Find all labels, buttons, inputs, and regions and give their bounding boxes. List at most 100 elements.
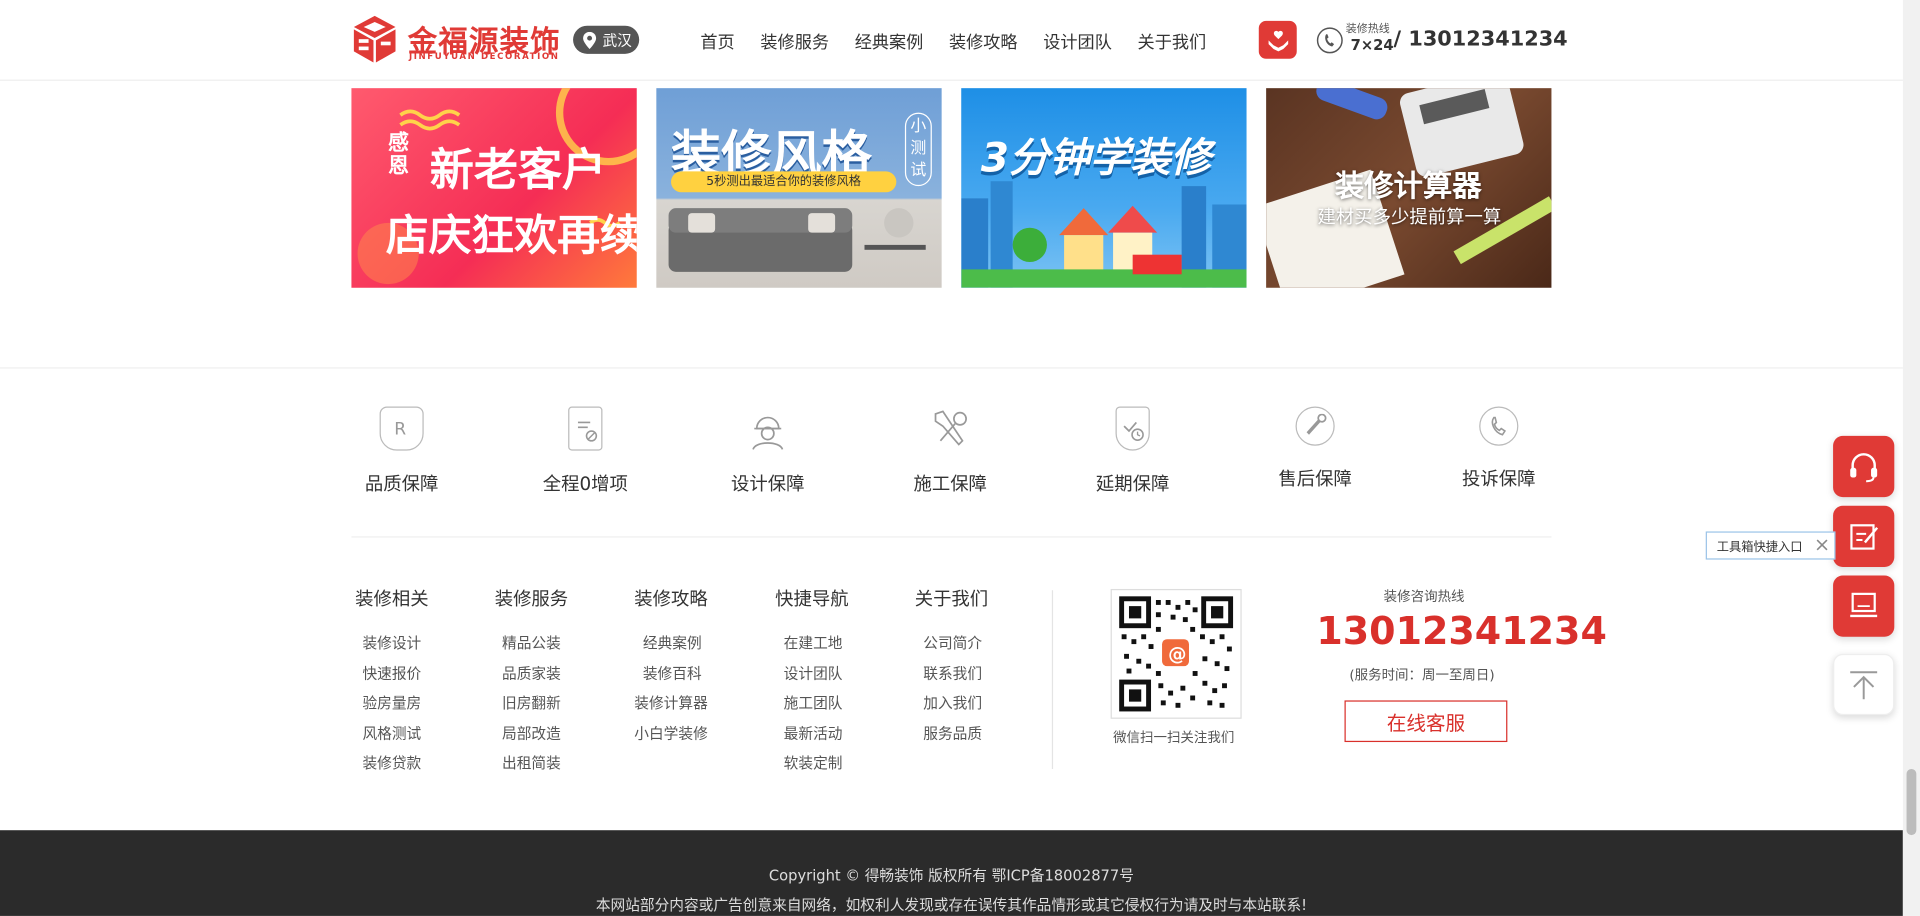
guarantee-no-extra: 全程0增项 bbox=[530, 406, 640, 496]
toolbox-tooltip: 工具箱快捷入口 bbox=[1705, 531, 1836, 560]
copyright-text: Copyright © 得畅装饰 版权所有 鄂ICP备18002877号 bbox=[768, 866, 1134, 885]
main-nav: 首页 装修服务 经典案例 装修攻略 设计团队 关于我们 bbox=[700, 29, 1206, 53]
close-icon[interactable] bbox=[1813, 536, 1830, 553]
footer-link[interactable]: 软装定制 bbox=[784, 748, 849, 778]
footer-bottom-bar: Copyright © 得畅装饰 版权所有 鄂ICP备18002877号 本网站… bbox=[0, 830, 1903, 916]
nav-cases[interactable]: 经典案例 bbox=[855, 29, 924, 53]
phone-icon bbox=[1479, 406, 1519, 446]
customer-service-button[interactable] bbox=[1833, 435, 1895, 498]
guarantee-delay: 延期保障 bbox=[1078, 406, 1188, 496]
banner-small-text: 感恩 bbox=[388, 131, 409, 179]
shield-clock-icon bbox=[1115, 406, 1150, 451]
site-logo[interactable]: 金福源装饰 JINFUYUAN DECORATION bbox=[351, 15, 560, 66]
promo-banner-style-test[interactable]: 装修风格 小测试 5秒测出最适合你的装修风格 bbox=[656, 88, 942, 288]
footer-link[interactable]: 最新活动 bbox=[784, 718, 849, 748]
logo-cube-icon bbox=[353, 15, 396, 63]
consult-hotline-number: 13012341234 bbox=[1316, 609, 1607, 654]
nav-design-team[interactable]: 设计团队 bbox=[1043, 29, 1112, 53]
town-illustration bbox=[961, 181, 1247, 288]
footer-link[interactable]: 联系我们 bbox=[923, 658, 988, 688]
footer-col-guides: 装修攻略 经典案例 装修百科 装修计算器 小白学装修 bbox=[634, 585, 707, 748]
cases-button[interactable] bbox=[1833, 575, 1895, 637]
footer-link[interactable]: 出租简装 bbox=[502, 748, 568, 778]
edit-icon bbox=[1850, 524, 1879, 550]
footer-link[interactable]: 在建工地 bbox=[784, 628, 849, 658]
promo-banner-calculator[interactable]: 装修计算器 建材买多少提前算一算 bbox=[1266, 88, 1552, 288]
consult-hotline-label: 装修咨询热线 bbox=[1383, 588, 1465, 605]
footer-link[interactable]: 装修贷款 bbox=[362, 748, 428, 778]
banner-subtitle: 店庆狂欢再续 bbox=[385, 211, 637, 261]
footer-link[interactable]: 局部改造 bbox=[502, 718, 568, 748]
wechat-qr-code: @ bbox=[1110, 588, 1242, 719]
back-to-top-icon bbox=[1850, 671, 1878, 700]
guarantee-complaint: 投诉保障 bbox=[1444, 406, 1554, 491]
guarantee-quality: R 品质保障 bbox=[347, 406, 457, 496]
guarantee-label: 延期保障 bbox=[1095, 472, 1170, 495]
nav-about[interactable]: 关于我们 bbox=[1138, 29, 1207, 53]
hotline-label: 装修热线 bbox=[1345, 23, 1390, 36]
footer-link[interactable]: 设计团队 bbox=[784, 658, 849, 688]
promo-banner-anniversary[interactable]: 感恩 新老客户 店庆狂欢再续 bbox=[351, 88, 637, 288]
guarantee-design: 设计保障 bbox=[713, 407, 823, 496]
footer-link[interactable]: 品质家装 bbox=[502, 658, 568, 688]
worker-icon bbox=[746, 407, 790, 451]
footer-col-services: 装修服务 精品公装 品质家装 旧房翻新 局部改造 出租简装 bbox=[495, 585, 568, 778]
back-to-top-button[interactable] bbox=[1833, 653, 1895, 716]
footer-link[interactable]: 快速报价 bbox=[362, 658, 428, 688]
banner-title: 新老客户 bbox=[429, 145, 607, 196]
footer-link[interactable]: 小白学装修 bbox=[634, 718, 707, 748]
banner-title: 3分钟学装修 bbox=[980, 133, 1211, 182]
hotline-number: / 13012341234 bbox=[1393, 26, 1568, 52]
laptop-icon bbox=[1850, 592, 1878, 618]
footer-link[interactable]: 装修计算器 bbox=[634, 688, 707, 718]
nav-services[interactable]: 装修服务 bbox=[760, 29, 829, 53]
footer-link[interactable]: 验房量房 bbox=[362, 688, 428, 718]
footer-link[interactable]: 风格测试 bbox=[362, 718, 428, 748]
phone-icon bbox=[1316, 27, 1343, 54]
guarantee-label: 施工保障 bbox=[913, 472, 987, 495]
nav-guides[interactable]: 装修攻略 bbox=[949, 29, 1018, 53]
footer-link[interactable]: 施工团队 bbox=[784, 688, 849, 718]
footer-col-title: 装修攻略 bbox=[634, 587, 708, 610]
guarantee-label: 设计保障 bbox=[731, 472, 805, 495]
location-pin-icon bbox=[583, 31, 597, 49]
footer-col-title: 快捷导航 bbox=[775, 587, 849, 610]
banner-side-tag: 小测试 bbox=[904, 112, 932, 187]
footer-divider bbox=[351, 536, 1552, 538]
footer-link[interactable]: 装修百科 bbox=[642, 658, 708, 688]
nav-home[interactable]: 首页 bbox=[700, 29, 734, 53]
hotline-badge[interactable] bbox=[1258, 20, 1297, 59]
hands-care-icon bbox=[1267, 30, 1288, 51]
tools-icon bbox=[928, 407, 972, 451]
qr-code-image: @ bbox=[1119, 596, 1234, 712]
registered-icon: R bbox=[379, 406, 424, 451]
quote-form-button[interactable] bbox=[1833, 505, 1895, 567]
page-scrollbar[interactable] bbox=[1902, 0, 1920, 916]
footer-link[interactable]: 加入我们 bbox=[923, 688, 988, 718]
guarantee-label: 售后保障 bbox=[1278, 467, 1352, 490]
footer-link[interactable]: 经典案例 bbox=[642, 628, 708, 658]
svg-text:R: R bbox=[394, 420, 406, 440]
footer-link[interactable]: 公司简介 bbox=[923, 628, 988, 658]
city-selector[interactable]: 武汉 bbox=[573, 25, 640, 54]
disclaimer-text: 本网站部分内容或广告创意来自网络，如权利人发现或存在误传其作品情形或其它侵权行为… bbox=[595, 896, 1308, 914]
site-header: 金福源装饰 JINFUYUAN DECORATION 武汉 首页 装修服务 经典… bbox=[0, 0, 1903, 81]
footer-col-title: 装修相关 bbox=[355, 587, 429, 610]
footer-link[interactable]: 旧房翻新 bbox=[502, 688, 568, 718]
promo-banner-learn-decoration[interactable]: 3分钟学装修 bbox=[961, 88, 1247, 288]
guarantee-label: 全程0增项 bbox=[542, 472, 628, 495]
scrollbar-thumb[interactable] bbox=[1906, 768, 1917, 836]
footer-link[interactable]: 服务品质 bbox=[923, 718, 988, 748]
footer-col-related: 装修相关 装修设计 快速报价 验房量房 风格测试 装修贷款 bbox=[355, 585, 428, 778]
city-name: 武汉 bbox=[602, 31, 632, 49]
footer-link[interactable]: 装修设计 bbox=[362, 628, 428, 658]
guarantee-after-sales: 售后保障 bbox=[1260, 406, 1370, 491]
logo-subtext: JINFUYUAN DECORATION bbox=[408, 51, 560, 62]
banner-subtitle: 5秒测出最适合你的装修风格 bbox=[671, 171, 897, 193]
hotline-hours: 7×24 bbox=[1350, 36, 1394, 54]
online-service-button[interactable]: 在线客服 bbox=[1344, 700, 1508, 743]
consult-service-hours: (服务时间：周一至周日) bbox=[1349, 667, 1495, 684]
headset-icon bbox=[1850, 453, 1878, 483]
footer-col-title: 关于我们 bbox=[914, 587, 989, 610]
footer-link[interactable]: 精品公装 bbox=[502, 628, 568, 658]
